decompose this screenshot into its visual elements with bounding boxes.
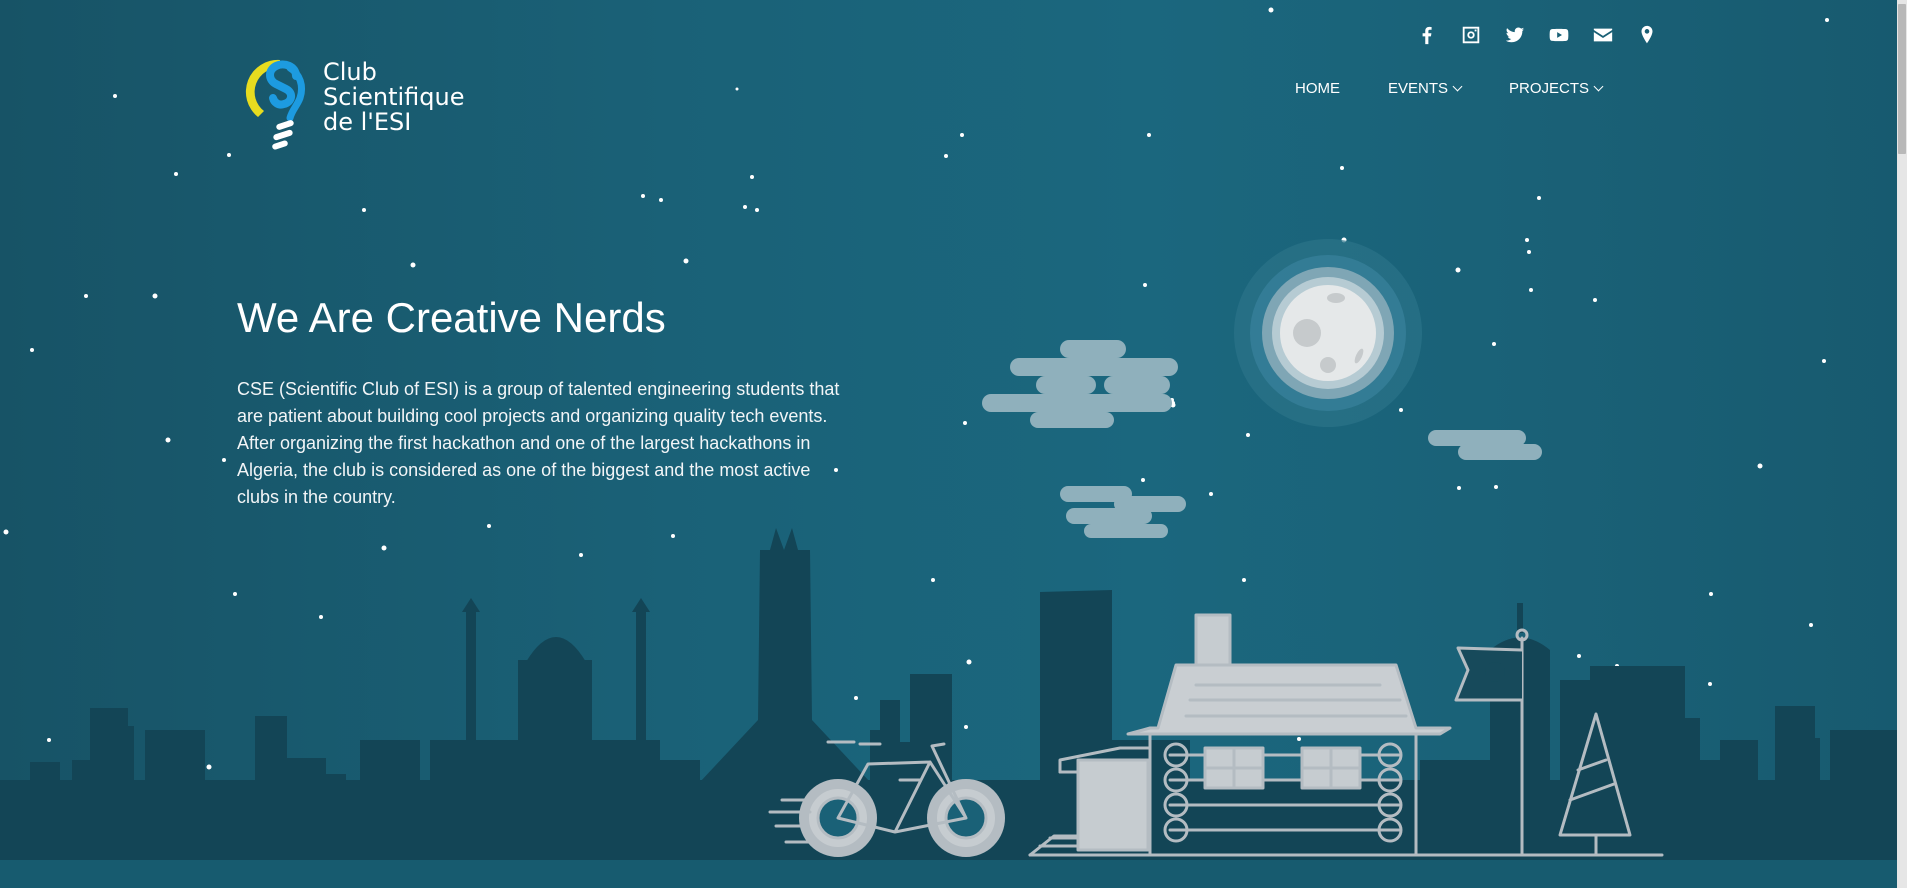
map-marker-icon <box>1641 25 1653 44</box>
club-logo-link[interactable]: Club Scientifique de l'ESI <box>240 54 464 150</box>
nav-home-label: HOME <box>1295 80 1340 97</box>
nav-projects-label: PROJECTS <box>1509 80 1590 97</box>
facebook-icon <box>1422 26 1432 45</box>
email-icon <box>1593 28 1613 42</box>
city-skyline-illustration <box>0 528 1897 860</box>
instagram-link[interactable] <box>1449 24 1493 52</box>
chevron-down-icon <box>1452 81 1463 92</box>
logo-line-3: de l'ESI <box>323 108 412 136</box>
facebook-link[interactable] <box>1405 24 1449 52</box>
nav-home[interactable]: HOME <box>1295 80 1340 97</box>
logo-wordmark: Club Scientifique de l'ESI <box>323 60 464 135</box>
youtube-icon <box>1549 28 1569 42</box>
nav-projects-dropdown[interactable]: PROJECTS <box>1509 80 1604 97</box>
location-link[interactable] <box>1625 24 1669 52</box>
ground-strip <box>0 860 1897 888</box>
lightbulb-logo-icon <box>245 59 306 150</box>
email-link[interactable] <box>1581 24 1625 52</box>
logo-line-2: Scientifique <box>323 83 465 111</box>
logo-line-1: Club <box>323 58 377 86</box>
page-scrollbar[interactable] <box>1897 0 1907 888</box>
main-nav: HOME EVENTS PROJECTS <box>1295 80 1650 97</box>
scrollbar-thumb[interactable] <box>1898 4 1906 154</box>
nav-events-label: EVENTS <box>1388 80 1449 97</box>
twitter-link[interactable] <box>1493 24 1537 52</box>
hero-title: We Are Creative Nerds <box>237 294 666 341</box>
youtube-link[interactable] <box>1537 24 1581 52</box>
nav-events-dropdown[interactable]: EVENTS <box>1388 80 1463 97</box>
instagram-icon <box>1462 26 1480 44</box>
hero-description: CSE (Scientific Club of ESI) is a group … <box>237 379 840 507</box>
clouds-illustration <box>982 340 1542 538</box>
twitter-icon <box>1505 27 1525 43</box>
social-links <box>1405 24 1669 52</box>
chevron-down-icon <box>1593 81 1604 92</box>
